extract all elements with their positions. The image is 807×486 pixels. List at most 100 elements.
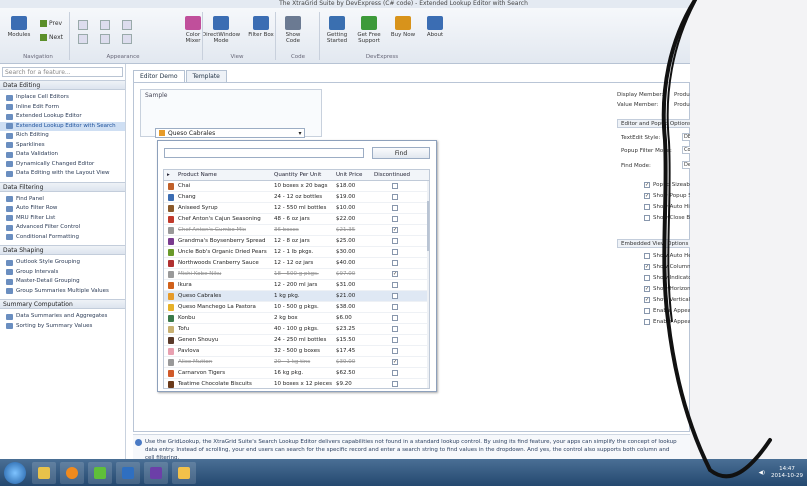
table-row[interactable]: Konbu 2 kg box $6.00 [164, 313, 429, 324]
sidebar-item[interactable]: Auto Filter Row [0, 204, 125, 214]
tab-editor-demo[interactable]: Editor Demo [133, 70, 185, 82]
ribbon-button-buy-now[interactable]: Buy Now [388, 16, 418, 38]
discontinued-checkbox[interactable] [392, 348, 398, 354]
clock[interactable]: 14:47 2014-10-29 [771, 466, 803, 480]
sidebar-section-header[interactable]: Data Shaping [0, 245, 125, 255]
checkbox-box[interactable]: ✓ [644, 297, 650, 303]
discontinued-checkbox[interactable] [392, 282, 398, 288]
table-row[interactable]: Northwoods Cranberry Sauce 12 - 12 oz jar… [164, 258, 429, 269]
sidebar-item[interactable]: Extended Lookup Editor with Search [0, 121, 125, 131]
sidebar-item[interactable]: Data Editing with the Layout View [0, 169, 125, 179]
sidebar-section-header[interactable]: Data Editing [0, 80, 125, 90]
sidebar-item[interactable]: Master-Detail Grouping [0, 277, 125, 287]
skin-swatch[interactable] [78, 34, 88, 44]
option-checkbox[interactable]: ✓ Popup Sizeable [644, 182, 695, 188]
volume-icon[interactable]: ◀) [759, 470, 765, 476]
discontinued-checkbox[interactable] [392, 315, 398, 321]
checkbox-box[interactable] [644, 275, 650, 281]
sidebar-item[interactable]: Outlook Style Grouping [0, 258, 125, 268]
sidebar-item[interactable]: Dynamically Changed Editor [0, 160, 125, 170]
taskbar-demo-app-icon[interactable] [116, 461, 140, 484]
sidebar-item[interactable]: MRU Filter List [0, 214, 125, 224]
ribbon-button-about[interactable]: About [420, 16, 450, 38]
table-row[interactable]: Pavlova 32 - 500 g boxes $17.45 [164, 346, 429, 357]
table-row[interactable]: Carnarvon Tigers 16 kg pkg. $62.50 [164, 368, 429, 379]
sidebar-item[interactable]: Inplace Cell Editors [0, 93, 125, 103]
skin-swatch[interactable] [100, 20, 110, 30]
sidebar-section-header[interactable]: Data Filtering [0, 181, 125, 192]
sidebar-search-input[interactable]: Search for a feature... [2, 67, 123, 77]
table-row[interactable]: Teatime Chocolate Biscuits 10 boxes x 12 … [164, 379, 429, 388]
table-row[interactable]: Ikura 12 - 200 ml jars $31.00 [164, 280, 429, 291]
discontinued-checkbox[interactable] [392, 326, 398, 332]
table-row[interactable]: Alice Mutton 20 - 1 kg tins $39.00 ✓ [164, 357, 429, 368]
table-row[interactable]: Grandma's Boysenberry Spread 12 - 8 oz ja… [164, 236, 429, 247]
discontinued-checkbox[interactable] [392, 293, 398, 299]
skin-swatch[interactable] [122, 20, 132, 30]
sidebar-item[interactable]: Sorting by Summary Values [0, 322, 125, 332]
discontinued-checkbox[interactable]: ✓ [392, 271, 398, 277]
checkbox-box[interactable]: ✓ [644, 286, 650, 292]
checkbox-box[interactable]: ✓ [644, 264, 650, 270]
checkbox-box[interactable] [644, 204, 650, 210]
scrollbar-thumb[interactable] [427, 201, 429, 251]
tab-template[interactable]: Template [185, 70, 227, 82]
ribbon-button-next[interactable]: Next [40, 34, 63, 41]
table-row[interactable]: Queso Manchego La Pastora 10 - 500 g pkgs… [164, 302, 429, 313]
skin-swatch[interactable] [122, 34, 132, 44]
sidebar-item[interactable]: Extended Lookup Editor [0, 112, 125, 122]
chevron-down-icon[interactable]: ▾ [296, 129, 304, 138]
table-row[interactable]: Chef Anton's Gumbo Mix 36 boxes $21.35 ✓ [164, 225, 429, 236]
ribbon-button-getting-started[interactable]: Getting Started [322, 16, 352, 44]
ribbon-button-filter-box[interactable]: Filter Box [246, 16, 276, 38]
discontinued-checkbox[interactable] [392, 337, 398, 343]
sidebar-item[interactable]: Advanced Filter Control [0, 223, 125, 233]
sidebar-item[interactable]: Group Summaries Multiple Values [0, 287, 125, 297]
option-checkbox[interactable]: Show Auto Hide [644, 204, 697, 210]
sidebar-item[interactable]: Data Summaries and Aggregates [0, 312, 125, 322]
discontinued-checkbox[interactable] [392, 205, 398, 211]
discontinued-checkbox[interactable] [392, 194, 398, 200]
table-row[interactable]: Mishi Kobe Niku 18 - 500 g pkgs. $97.00 ✓ [164, 269, 429, 280]
table-row[interactable]: Chang 24 - 12 oz bottles $19.00 [164, 192, 429, 203]
discontinued-checkbox[interactable] [392, 183, 398, 189]
discontinued-checkbox[interactable] [392, 381, 398, 387]
grid-vertical-scrollbar[interactable] [427, 181, 429, 388]
discontinued-checkbox[interactable] [392, 260, 398, 266]
sidebar-item[interactable]: Group Intervals [0, 268, 125, 278]
ribbon-button-get-free-support[interactable]: Get Free Support [354, 16, 384, 44]
ribbon-button-modules[interactable]: Modules [4, 16, 34, 38]
sidebar-section-header[interactable]: Summary Computation [0, 299, 125, 309]
table-row[interactable]: Genen Shouyu 24 - 250 ml bottles $15.50 [164, 335, 429, 346]
table-row[interactable]: Uncle Bob's Organic Dried Pears 12 - 1 lb… [164, 247, 429, 258]
find-button[interactable]: Find [372, 147, 430, 159]
table-row[interactable]: Chai 10 boxes x 20 bags $18.00 [164, 181, 429, 192]
taskbar-folder-icon[interactable] [172, 461, 196, 484]
ribbon-button-directwindow-mode[interactable]: DirectWindow Mode [202, 16, 240, 44]
table-row[interactable]: Aniseed Syrup 12 - 550 ml bottles $10.00 [164, 203, 429, 214]
column-header-unit-price[interactable]: Unit Price [336, 170, 371, 180]
start-button[interactable] [4, 461, 26, 484]
taskbar-app-green-icon[interactable] [88, 461, 112, 484]
sidebar-item[interactable]: Find Panel [0, 195, 125, 205]
discontinued-checkbox[interactable] [392, 370, 398, 376]
taskbar-explorer-icon[interactable] [32, 461, 56, 484]
discontinued-checkbox[interactable] [392, 304, 398, 310]
checkbox-box[interactable] [644, 319, 650, 325]
discontinued-checkbox[interactable] [392, 216, 398, 222]
discontinued-checkbox[interactable]: ✓ [392, 359, 398, 365]
sidebar-item[interactable]: Conditional Formatting [0, 233, 125, 243]
skin-swatch[interactable] [100, 34, 110, 44]
taskbar-media-player-icon[interactable] [60, 461, 84, 484]
checkbox-box[interactable] [644, 308, 650, 314]
checkbox-box[interactable]: ✓ [644, 182, 650, 188]
discontinued-checkbox[interactable]: ✓ [392, 227, 398, 233]
skin-swatch[interactable] [78, 20, 88, 30]
discontinued-checkbox[interactable] [392, 238, 398, 244]
checkbox-box[interactable]: ✓ [644, 193, 650, 199]
table-row[interactable]: Tofu 40 - 100 g pkgs. $23.25 [164, 324, 429, 335]
column-header-product-name[interactable]: Product Name [178, 170, 273, 180]
checkbox-box[interactable] [644, 215, 650, 221]
checkbox-box[interactable] [644, 253, 650, 259]
sidebar-item[interactable]: Data Validation [0, 150, 125, 160]
